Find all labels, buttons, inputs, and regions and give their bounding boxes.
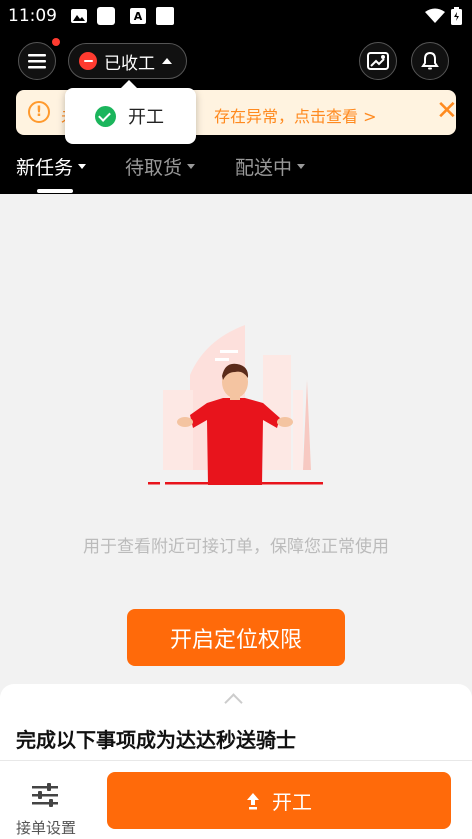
sliders-icon xyxy=(32,783,58,807)
menu-button[interactable] xyxy=(18,42,56,80)
check-icon xyxy=(95,105,116,127)
bell-button[interactable] xyxy=(411,42,449,80)
app-screen: 11:09 A 已收工 ! 未 存在异常，点击 xyxy=(0,0,472,839)
chevron-down-icon xyxy=(78,164,87,169)
battery-icon xyxy=(451,7,462,25)
order-settings-button[interactable]: 接单设置 xyxy=(10,771,80,837)
settings-label: 接单设置 xyxy=(15,819,76,837)
bell-icon xyxy=(421,51,439,70)
work-status-toggle[interactable]: 已收工 xyxy=(68,43,187,79)
chevron-down-icon xyxy=(297,164,306,169)
chevron-down-icon xyxy=(187,164,196,169)
tab-new-tasks[interactable]: 新任务 xyxy=(16,153,87,180)
bottom-action-bar: 接单设置 开工 xyxy=(0,760,472,839)
top-header: 11:09 A 已收工 ! 未 存在异常，点击 xyxy=(0,0,472,194)
tab-delivering[interactable]: 配送中 xyxy=(235,153,306,180)
popover-label: 开工 xyxy=(128,107,164,128)
status-time: 11:09 xyxy=(8,6,57,26)
start-work-button[interactable]: 开工 xyxy=(107,772,451,829)
a-badge-icon: A xyxy=(130,8,146,24)
enable-location-button[interactable]: 开启定位权限 xyxy=(127,609,345,666)
status-right-icons xyxy=(425,7,462,25)
sheet-title: 完成以下事项成为达达秒送骑士 xyxy=(16,728,296,752)
image-icon xyxy=(71,9,87,23)
empty-state-hint: 用于查看附近可接订单，保障您正常使用 xyxy=(83,537,389,557)
stop-icon xyxy=(79,52,97,70)
tab-underline xyxy=(37,189,73,193)
square-icon xyxy=(156,7,174,25)
svg-text:A: A xyxy=(134,10,143,23)
chevron-up-icon[interactable] xyxy=(224,693,243,712)
start-label: 开工 xyxy=(272,790,312,814)
map-icon xyxy=(367,52,389,70)
work-status-label: 已收工 xyxy=(104,53,155,74)
arrow-up-icon xyxy=(247,792,259,809)
start-work-popover[interactable]: 开工 xyxy=(65,80,196,144)
tab-label: 配送中 xyxy=(235,157,293,179)
tab-to-pickup[interactable]: 待取货 xyxy=(125,153,196,180)
warning-icon: ! xyxy=(28,101,50,123)
wifi-icon xyxy=(425,8,445,23)
tab-label: 待取货 xyxy=(125,157,183,179)
task-tabs: 新任务 待取货 配送中 xyxy=(0,150,472,194)
close-icon[interactable]: ✕ xyxy=(436,96,458,126)
menu-icon xyxy=(28,54,46,69)
square-icon xyxy=(97,7,115,25)
empty-state-illustration xyxy=(148,325,323,485)
notification-dot xyxy=(52,38,60,46)
status-bar: 11:09 A xyxy=(0,0,472,32)
map-button[interactable] xyxy=(359,42,397,80)
alert-text: 存在异常，点击查看 > xyxy=(214,107,377,126)
tab-label: 新任务 xyxy=(16,157,74,179)
caret-up-icon xyxy=(162,58,172,64)
